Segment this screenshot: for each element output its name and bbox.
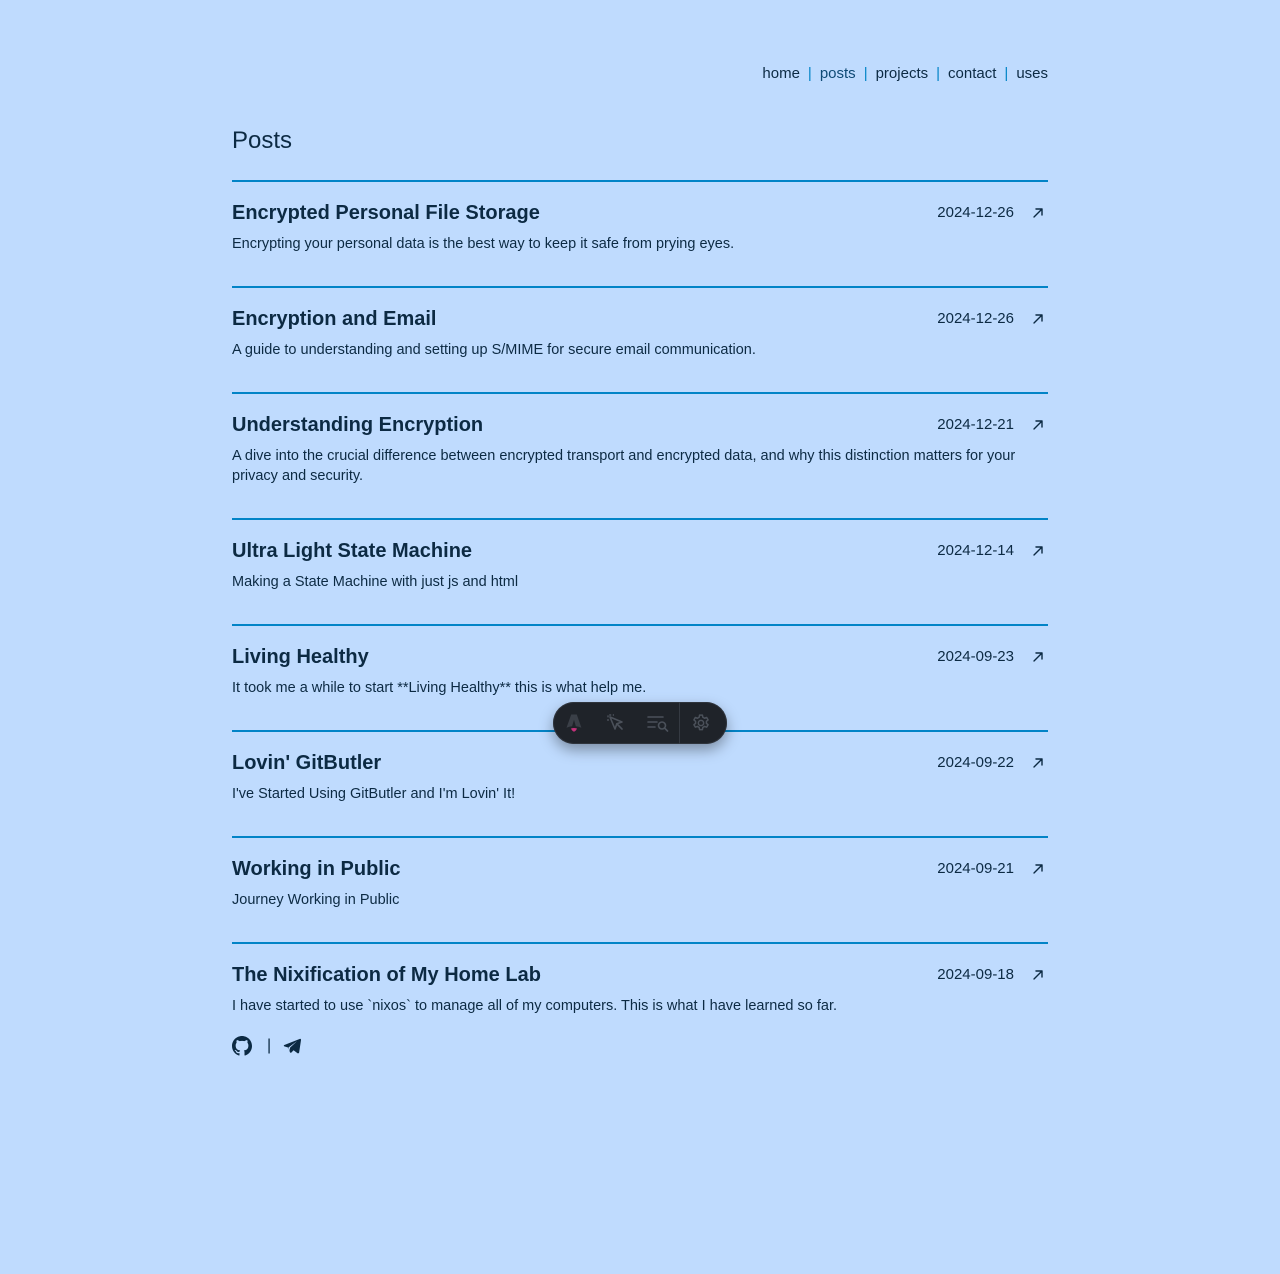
nav-link-contact[interactable]: contact <box>948 64 996 84</box>
post-title-link[interactable]: Encryption and Email <box>232 307 436 331</box>
post-item: Working in Public 2024-09-21 Journey Wor… <box>232 836 1048 942</box>
footer-separator: | <box>267 1037 272 1054</box>
post-description: Making a State Machine with just js and … <box>232 574 519 590</box>
post-title-link[interactable]: Understanding Encryption <box>232 413 483 437</box>
post-description: A guide to understanding and setting up … <box>232 342 756 358</box>
post-date: 2024-12-26 <box>937 204 1014 221</box>
post-date: 2024-09-22 <box>937 754 1014 771</box>
post-description: Encrypting your personal data is the bes… <box>232 236 735 252</box>
arrow-up-right-icon[interactable] <box>1031 312 1045 326</box>
post-title-link[interactable]: Living Healthy <box>232 645 369 669</box>
dev-toolbar <box>553 702 727 744</box>
nav-link-home[interactable]: home <box>762 64 800 84</box>
post-date: 2024-12-26 <box>937 310 1014 327</box>
post-title-link[interactable]: The Nixification of My Home Lab <box>232 963 541 987</box>
post-item: Encryption and Email 2024-12-26 A guide … <box>232 286 1048 392</box>
post-item: Lovin' GitButler 2024-09-22 I've Started… <box>232 730 1048 836</box>
post-date: 2024-09-18 <box>937 966 1014 983</box>
main-nav: home | posts | projects | contact | uses <box>762 64 1048 84</box>
nav-separator: | <box>936 65 941 82</box>
post-description: I have started to use `nixos` to manage … <box>232 998 837 1014</box>
post-item: The Nixification of My Home Lab 2024-09-… <box>232 942 1048 1034</box>
post-title-link[interactable]: Working in Public <box>232 857 401 881</box>
github-icon[interactable] <box>232 1036 252 1056</box>
post-date: 2024-12-21 <box>937 416 1014 433</box>
arrow-up-right-icon[interactable] <box>1031 206 1045 220</box>
arrow-up-right-icon[interactable] <box>1031 862 1045 876</box>
footer-social-links: | <box>232 1035 302 1057</box>
page-title: Posts <box>232 127 293 154</box>
nav-separator: | <box>807 65 812 82</box>
gear-icon[interactable] <box>680 702 722 744</box>
post-date: 2024-09-23 <box>937 648 1014 665</box>
arrow-up-right-icon[interactable] <box>1031 650 1045 664</box>
post-item: Ultra Light State Machine 2024-12-14 Mak… <box>232 518 1048 624</box>
nav-separator: | <box>863 65 868 82</box>
inspect-cursor-icon[interactable] <box>595 702 637 744</box>
nav-link-posts[interactable]: posts <box>820 64 856 84</box>
post-list: Encrypted Personal File Storage 2024-12-… <box>232 180 1048 1034</box>
telegram-icon[interactable] <box>282 1036 302 1056</box>
arrow-up-right-icon[interactable] <box>1031 968 1045 982</box>
arrow-up-right-icon[interactable] <box>1031 418 1045 432</box>
audit-icon[interactable] <box>637 702 679 744</box>
post-title-link[interactable]: Ultra Light State Machine <box>232 539 472 563</box>
post-item: Encrypted Personal File Storage 2024-12-… <box>232 180 1048 286</box>
post-description: Journey Working in Public <box>232 892 400 908</box>
nav-link-projects[interactable]: projects <box>876 64 929 84</box>
post-date: 2024-09-21 <box>937 860 1014 877</box>
post-date: 2024-12-14 <box>937 542 1014 559</box>
post-title-link[interactable]: Lovin' GitButler <box>232 751 381 775</box>
post-title-link[interactable]: Encrypted Personal File Storage <box>232 201 540 225</box>
nav-link-uses[interactable]: uses <box>1016 64 1048 84</box>
post-description: A dive into the crucial difference betwe… <box>232 448 1016 484</box>
arrow-up-right-icon[interactable] <box>1031 756 1045 770</box>
post-item: Understanding Encryption 2024-12-21 A di… <box>232 392 1048 518</box>
post-description: It took me a while to start **Living Hea… <box>232 680 647 696</box>
arrow-up-right-icon[interactable] <box>1031 544 1045 558</box>
post-description: I've Started Using GitButler and I'm Lov… <box>232 786 516 802</box>
astro-logo-icon[interactable] <box>553 702 595 744</box>
nav-separator: | <box>1004 65 1009 82</box>
